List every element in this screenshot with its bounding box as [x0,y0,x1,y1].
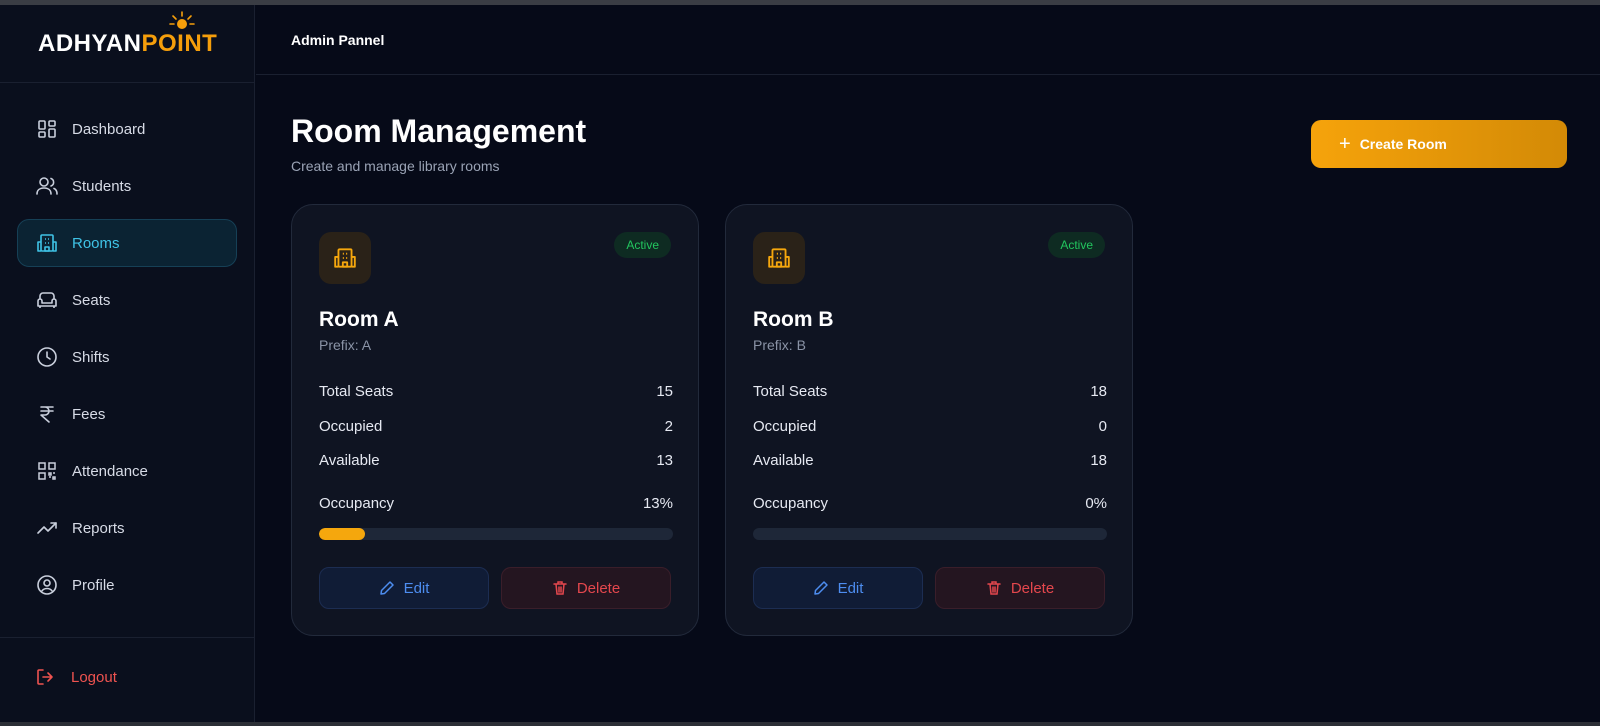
status-badge: Active [1048,232,1105,258]
sidebar-item-label: Dashboard [72,120,146,138]
stat-value: 0 [1098,418,1107,435]
brand-name-white: ADHYAN [38,29,142,57]
rupee-icon [36,403,58,425]
occupancy-progress-bar [753,528,1107,540]
stat-occupied: Occupied 2 [319,418,673,435]
stat-value: 15 [656,383,673,400]
room-prefix: Prefix: B [753,337,806,353]
sofa-icon [36,289,58,311]
sidebar: ADHYANPOINT Dashboard Students Rooms Sea… [0,5,255,722]
sidebar-nav: Dashboard Students Rooms Seats Shifts Fe… [0,83,254,609]
delete-label: Delete [1010,579,1055,597]
sidebar-item-rooms[interactable]: Rooms [17,219,237,267]
stat-available: Available 18 [753,452,1107,469]
room-name: Room A [319,308,399,331]
header-title: Admin Pannel [291,31,385,48]
edit-label: Edit [403,579,430,597]
stat-label: Occupied [753,418,817,435]
stat-value: 13 [656,452,673,469]
pencil-icon [813,580,829,596]
stat-available: Available 13 [319,452,673,469]
logout-button[interactable]: Logout [17,659,117,695]
sidebar-item-label: Attendance [72,462,148,480]
sidebar-item-profile[interactable]: Profile [17,561,237,609]
delete-button[interactable]: Delete [501,567,671,609]
logout-label: Logout [71,668,117,686]
edit-button[interactable]: Edit [753,567,923,609]
stat-value: 2 [664,418,673,435]
stat-label: Occupancy [319,495,395,512]
users-icon [36,175,58,197]
trash-icon [552,580,568,596]
stat-value: 13% [642,495,673,512]
stat-value: 18 [1090,383,1107,400]
page-subtitle: Create and manage library rooms [291,158,500,174]
dashboard-icon [36,118,58,140]
logout-icon [35,666,57,688]
brand-name-orange: POINT [141,29,218,57]
room-card: Active Room A Prefix: A Total Seats 15 O… [291,204,699,636]
status-badge: Active [614,232,671,258]
sidebar-item-label: Fees [72,405,106,423]
pencil-icon [379,580,395,596]
trash-icon [986,580,1002,596]
stat-occupancy: Occupancy 13% [319,495,673,512]
create-room-label: Create Room [1359,136,1447,152]
sidebar-item-fees[interactable]: Fees [17,390,237,438]
page-title: Room Management [291,113,587,149]
building-icon [36,232,58,254]
stat-label: Available [319,452,380,469]
top-header: Admin Pannel [256,5,1600,75]
qr-code-icon [36,460,58,482]
clock-icon [36,346,58,368]
trending-up-icon [36,517,58,539]
sidebar-item-reports[interactable]: Reports [17,504,237,552]
delete-button[interactable]: Delete [935,567,1105,609]
room-building-icon [753,232,805,284]
room-building-icon [319,232,371,284]
create-room-button[interactable]: + Create Room [1311,120,1567,168]
sidebar-item-label: Shifts [72,348,110,366]
sidebar-item-seats[interactable]: Seats [17,276,237,324]
stat-total-seats: Total Seats 18 [753,383,1107,400]
stat-label: Occupancy [753,495,829,512]
stat-occupied: Occupied 0 [753,418,1107,435]
sidebar-item-attendance[interactable]: Attendance [17,447,237,495]
room-card: Active Room B Prefix: B Total Seats 18 O… [725,204,1133,636]
edit-button[interactable]: Edit [319,567,489,609]
sidebar-divider [0,637,255,638]
stat-label: Occupied [319,418,383,435]
occupancy-progress-fill [319,528,366,540]
edit-label: Edit [837,579,864,597]
stat-label: Total Seats [319,383,394,400]
brand-wordmark: ADHYANPOINT [38,10,218,58]
delete-label: Delete [576,579,621,597]
stat-value: 0% [1085,495,1107,512]
sidebar-item-students[interactable]: Students [17,162,237,210]
sidebar-item-dashboard[interactable]: Dashboard [17,105,237,153]
room-name: Room B [753,308,834,331]
sidebar-item-label: Students [72,177,132,195]
user-circle-icon [36,574,58,596]
sidebar-item-label: Reports [72,519,125,537]
sidebar-item-label: Rooms [72,234,120,252]
stat-total-seats: Total Seats 15 [319,383,673,400]
room-prefix: Prefix: A [319,337,372,353]
sun-icon [169,10,195,29]
brand-logo[interactable]: ADHYANPOINT [0,5,254,83]
sidebar-item-label: Profile [72,576,115,594]
occupancy-progress-bar [319,528,673,540]
stat-label: Total Seats [753,383,828,400]
sidebar-item-shifts[interactable]: Shifts [17,333,237,381]
plus-icon: + [1339,133,1351,155]
stat-label: Available [753,452,814,469]
stat-value: 18 [1090,452,1107,469]
sidebar-item-label: Seats [72,291,111,309]
stat-occupancy: Occupancy 0% [753,495,1107,512]
window-bottom-strip [0,722,1600,726]
